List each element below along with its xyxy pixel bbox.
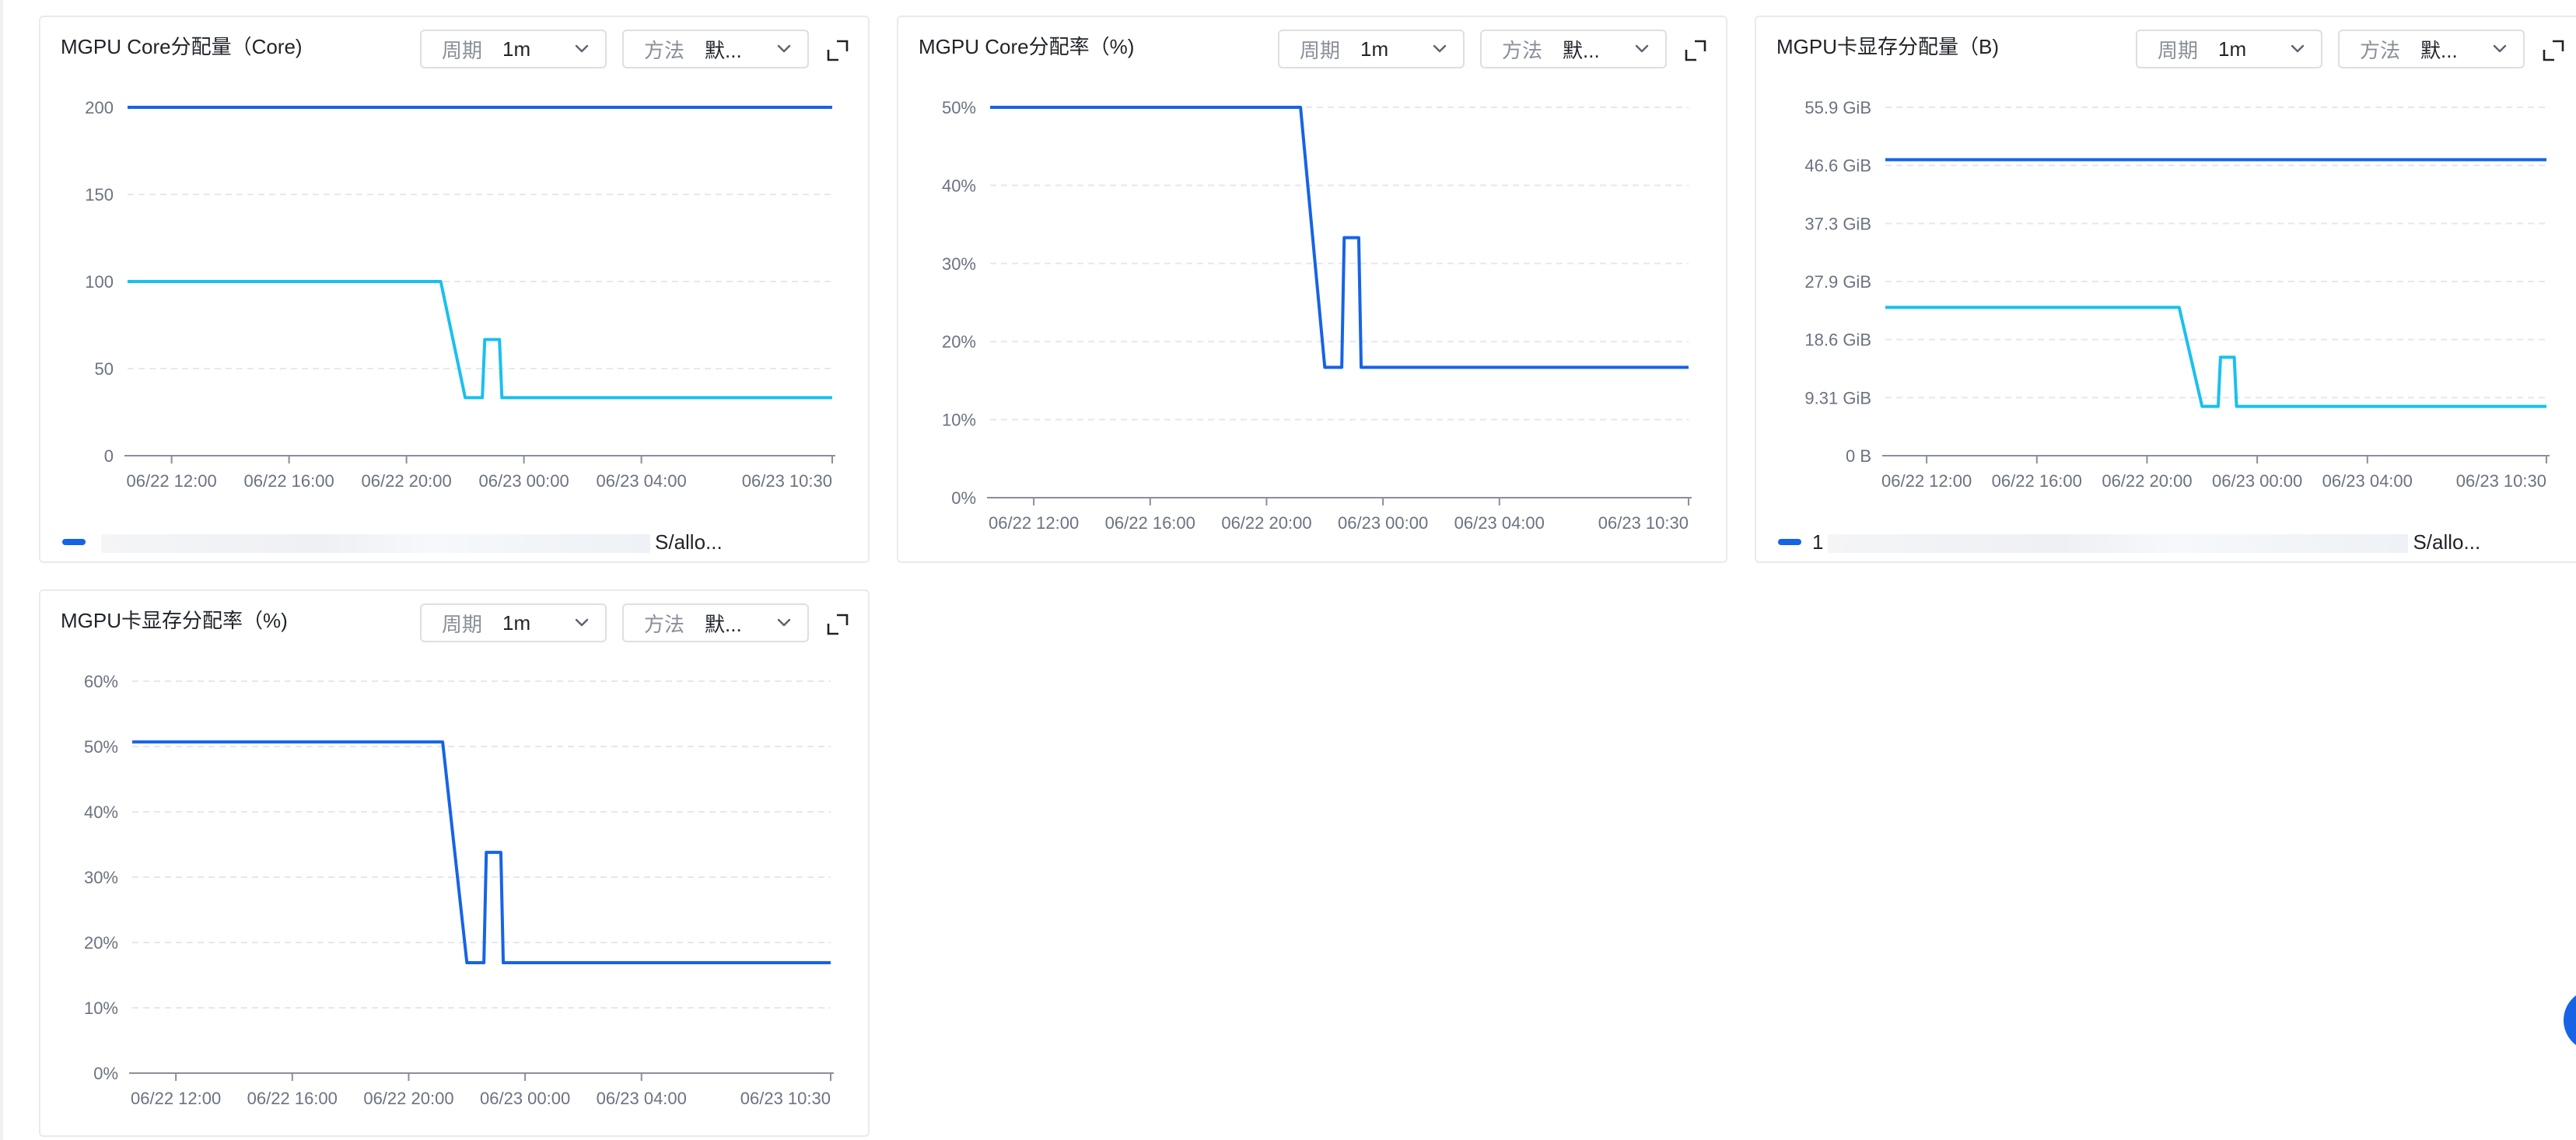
y-tick-label: 20%: [84, 933, 118, 953]
chart-legend[interactable]: 1 S/allo...: [1778, 530, 2480, 554]
x-tick-label: 06/22 16:00: [244, 471, 334, 491]
y-tick-label: 0: [104, 446, 114, 466]
line-chart: 200 150 100 50 0 06/22 12:00 06/22 16:00 06/22 …: [85, 98, 835, 491]
y-tick-label: 10%: [84, 998, 118, 1018]
y-tick-label: 40%: [84, 803, 118, 822]
panel-core-allocation: MGPU Core分配量（Core) 周期 1m 方法 默... 200 150 1…: [39, 16, 870, 563]
x-tick-label: 06/23 10:30: [1598, 513, 1689, 533]
x-tick-label: 06/22 16:00: [247, 1089, 338, 1108]
y-tick-label: 200: [85, 98, 114, 117]
x-tick-label: 06/23 04:00: [597, 471, 687, 491]
y-tick-label: 18.6 GiB: [1804, 330, 1871, 350]
x-tick-label: 06/22 12:00: [131, 1089, 221, 1108]
panel-core-allocation-rate: MGPU Core分配率（%) 周期 1m 方法 默... 50% 40% 30% 2…: [897, 16, 1727, 563]
panel-memory-allocation: MGPU卡显存分配量（B) 周期 1m 方法 默... 55.9 GiB 46.6…: [1755, 16, 2576, 563]
page-left-edge: [0, 0, 3, 1140]
x-tick-label: 06/23 10:30: [742, 471, 832, 491]
y-tick-label: 0%: [93, 1064, 118, 1083]
x-tick-label: 06/22 16:00: [1105, 513, 1195, 533]
y-tick-label: 10%: [942, 411, 976, 430]
y-tick-label: 100: [85, 272, 114, 292]
x-tick-label: 06/22 20:00: [363, 1089, 453, 1108]
legend-swatch: [62, 539, 86, 545]
x-tick-label: 06/22 12:00: [989, 513, 1079, 533]
line-chart: 60% 50% 40% 30% 20% 10% 0% 06/22 12:00 06/22 16:…: [84, 672, 834, 1108]
y-tick-label: 50%: [942, 98, 976, 117]
y-tick-label: 0%: [951, 488, 976, 508]
x-tick-label: 06/22 20:00: [362, 471, 452, 491]
y-tick-label: 30%: [942, 254, 976, 274]
x-tick-label: 06/23 00:00: [479, 471, 569, 491]
y-tick-label: 40%: [942, 176, 976, 195]
x-tick-label: 06/23 00:00: [2212, 471, 2302, 491]
line-chart: 55.9 GiB 46.6 GiB 37.3 GiB 27.9 GiB 18.6 GiB…: [1804, 98, 2550, 491]
legend-swatch: [1778, 539, 1801, 545]
x-tick-label: 06/22 20:00: [1221, 513, 1311, 533]
floating-action-button[interactable]: [2564, 989, 2576, 1051]
series-line: [128, 280, 832, 400]
line-chart: 50% 40% 30% 20% 10% 0% 06/22 12:00 06/22 16:00 0…: [942, 98, 1692, 533]
x-tick-label: 06/23 10:30: [740, 1089, 831, 1108]
x-tick-label: 06/23 10:30: [2456, 471, 2546, 491]
y-tick-label: 30%: [84, 868, 118, 887]
y-tick-label: 60%: [84, 672, 118, 691]
y-tick-label: 50: [95, 359, 114, 379]
y-tick-label: 46.6 GiB: [1804, 156, 1871, 176]
y-tick-label: 55.9 GiB: [1804, 98, 1871, 117]
x-tick-label: 06/22 12:00: [127, 471, 217, 491]
y-tick-label: 37.3 GiB: [1804, 214, 1871, 233]
series-line: [990, 106, 1689, 369]
x-tick-label: 06/23 00:00: [1338, 513, 1428, 533]
y-tick-label: 9.31 GiB: [1804, 388, 1871, 407]
x-tick-label: 06/22 20:00: [2102, 471, 2192, 491]
x-tick-label: 06/23 04:00: [2322, 471, 2413, 491]
chart-legend[interactable]: S/allo...: [62, 530, 723, 554]
x-tick-label: 06/23 04:00: [1454, 513, 1545, 533]
panel-memory-allocation-rate: MGPU卡显存分配率（%) 周期 1m 方法 默... 60% 50% 40% 30%…: [39, 589, 870, 1137]
series-line: [1885, 306, 2546, 408]
y-tick-label: 20%: [942, 332, 976, 351]
series-line: [132, 740, 831, 965]
x-tick-label: 06/22 12:00: [1881, 471, 1972, 491]
y-tick-label: 150: [85, 185, 114, 205]
legend-label: 1 S/allo...: [1812, 530, 2481, 554]
y-tick-label: 0 B: [1846, 446, 1871, 466]
y-tick-label: 50%: [84, 737, 118, 757]
x-tick-label: 06/22 16:00: [1992, 471, 2082, 491]
legend-label: S/allo...: [96, 530, 723, 554]
x-tick-label: 06/23 00:00: [480, 1089, 570, 1108]
y-tick-label: 27.9 GiB: [1804, 272, 1871, 292]
x-tick-label: 06/23 04:00: [597, 1089, 687, 1108]
